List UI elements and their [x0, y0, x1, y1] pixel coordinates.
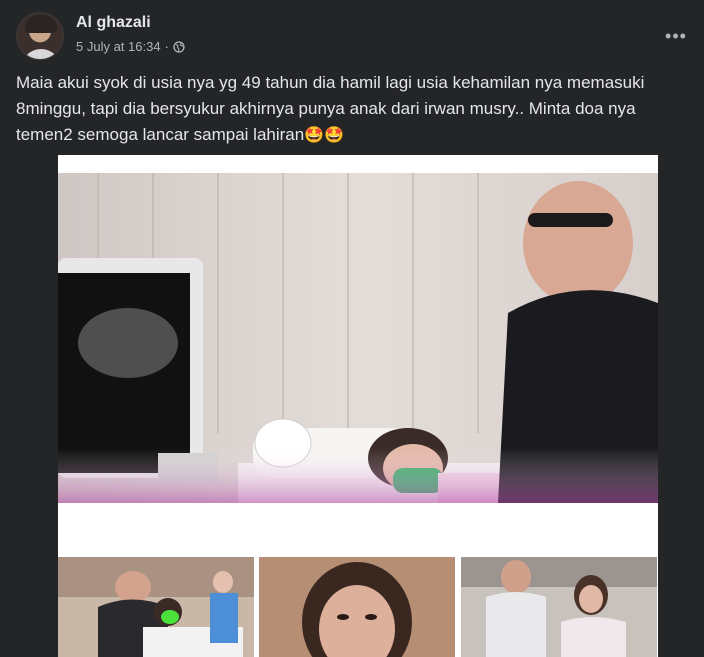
main-photo-ultrasound[interactable]: [58, 173, 658, 503]
more-options-button[interactable]: •••: [662, 22, 690, 50]
post-caption: Maia akui syok di usia nya yg 49 tahun d…: [16, 70, 686, 148]
globe-icon[interactable]: [173, 40, 185, 53]
post-media[interactable]: [58, 155, 658, 657]
facebook-post: Al ghazali 5 July at 16:34 · ••• Maia ak…: [0, 0, 704, 657]
post-meta: 5 July at 16:34 ·: [76, 39, 185, 54]
thumbnail-selfie[interactable]: [259, 557, 456, 657]
thumbnail-hospital-bed[interactable]: [58, 557, 255, 657]
post-timestamp[interactable]: 5 July at 16:34: [76, 39, 161, 54]
caption-emoji: 🤩🤩: [304, 125, 345, 144]
post-header: Al ghazali 5 July at 16:34 · •••: [16, 12, 692, 60]
author-avatar[interactable]: [16, 12, 64, 60]
thumbnail-couple-hospital[interactable]: [460, 557, 658, 657]
author-name[interactable]: Al ghazali: [76, 14, 151, 32]
avatar-hair: [25, 15, 57, 33]
meta-separator: ·: [164, 39, 169, 54]
avatar-shirt: [21, 49, 61, 59]
photo-thumbnails: [58, 557, 658, 657]
